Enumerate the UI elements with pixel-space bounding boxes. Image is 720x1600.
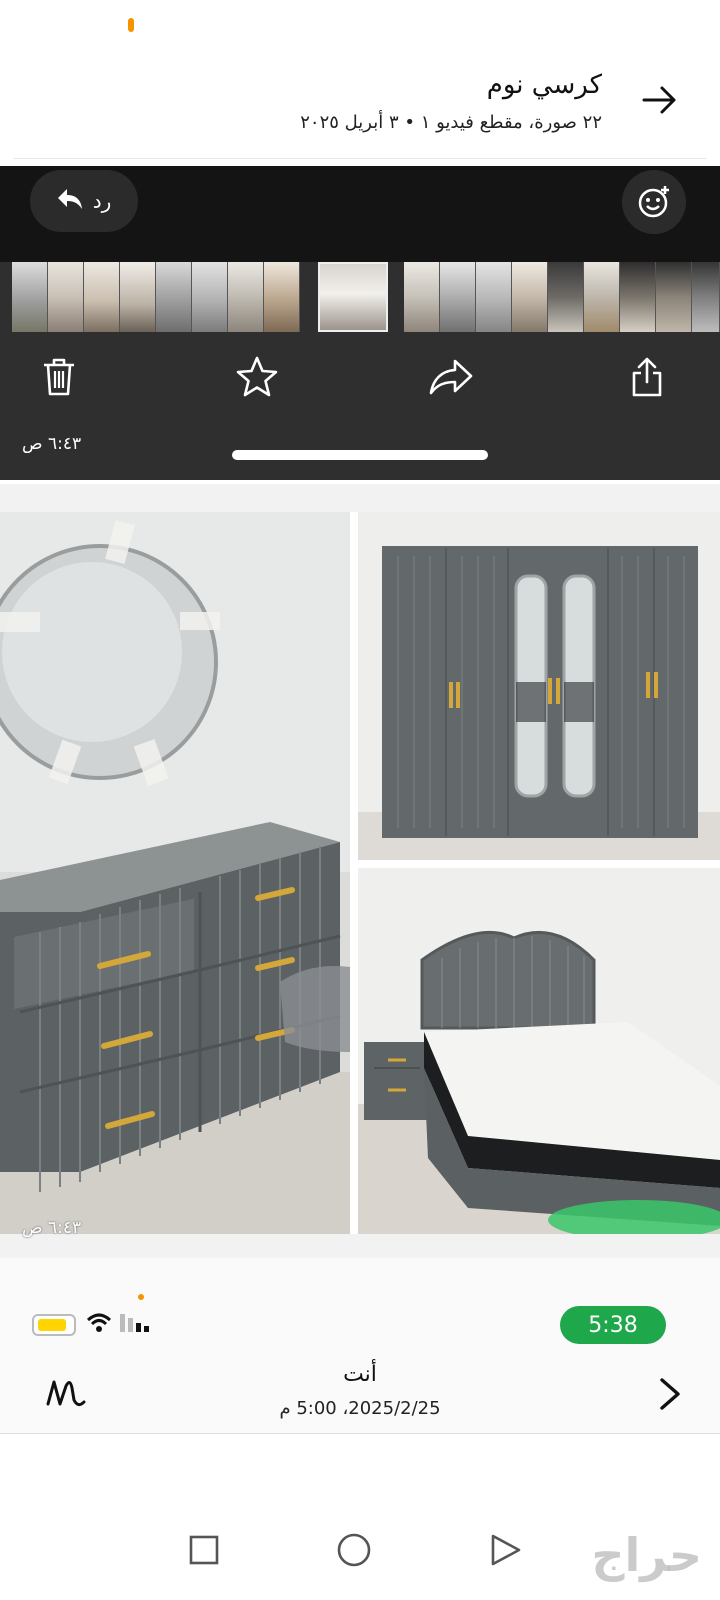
- thumbnail[interactable]: [620, 262, 656, 332]
- thumbnail[interactable]: [156, 262, 192, 332]
- thumbnail[interactable]: [48, 262, 84, 332]
- arrow-right-icon[interactable]: [640, 80, 680, 120]
- home-indicator: [232, 450, 488, 460]
- status-clock: 5:38: [560, 1306, 666, 1344]
- photo-message: ٦:٤٣ ص: [0, 484, 720, 1258]
- thumbnail[interactable]: [584, 262, 620, 332]
- thumbnail-selected[interactable]: [318, 262, 388, 332]
- share-icon[interactable]: [624, 354, 670, 400]
- photo-wardrobe[interactable]: [358, 512, 720, 860]
- thumbnail[interactable]: [192, 262, 228, 332]
- thumbnail[interactable]: [120, 262, 156, 332]
- thumbnail[interactable]: [656, 262, 692, 332]
- privacy-indicator: [138, 1294, 144, 1300]
- reply-arrow-icon: [57, 188, 83, 215]
- reply-button[interactable]: رد: [30, 170, 138, 232]
- chat-title: كرسي نوم: [486, 70, 602, 100]
- trash-icon[interactable]: [36, 354, 82, 400]
- photo-collage[interactable]: ٦:٤٣ ص: [0, 512, 720, 1238]
- thumbnail[interactable]: [12, 262, 48, 332]
- thumbnail[interactable]: [84, 262, 120, 332]
- recents-square-icon[interactable]: [184, 1530, 224, 1570]
- top-header: كرسي نوم ٢٢ صورة، مقطع فيديو ١ • ٣ أبريل…: [0, 60, 720, 152]
- watermark-logo: حراج: [591, 1528, 702, 1582]
- sender-name: أنت: [343, 1362, 377, 1387]
- add-reaction-icon[interactable]: [622, 170, 686, 234]
- divider: [14, 158, 706, 159]
- photo-bed[interactable]: [358, 868, 720, 1234]
- viewer-actionbar: [0, 332, 720, 422]
- viewer-timestamp: ٦:٤٣ ص: [22, 434, 82, 454]
- signal-icon: [118, 1310, 154, 1338]
- chevron-right-icon[interactable]: [658, 1376, 682, 1412]
- reply-label: رد: [92, 189, 112, 213]
- thumbnail[interactable]: [476, 262, 512, 332]
- thumbnail[interactable]: [440, 262, 476, 332]
- status-indicator: [128, 18, 134, 32]
- home-circle-icon[interactable]: [334, 1530, 374, 1570]
- media-viewer-screenshot: رد ٦:٤٣ ص: [0, 166, 720, 480]
- thumbnail[interactable]: [264, 262, 300, 332]
- forward-icon[interactable]: [428, 354, 474, 400]
- photo-timestamp: ٦:٤٣ ص: [22, 1218, 82, 1238]
- back-triangle-icon[interactable]: [486, 1530, 526, 1570]
- thumbnail[interactable]: [692, 262, 720, 332]
- thumbnail[interactable]: [548, 262, 584, 332]
- battery-icon: [32, 1314, 76, 1336]
- chat-subtitle: ٢٢ صورة، مقطع فيديو ١ • ٣ أبريل ٢٠٢٥: [300, 112, 602, 133]
- thumbnail[interactable]: [404, 262, 440, 332]
- sender-info-bar: أنت 2025/2/25، 5:00 م: [0, 1352, 720, 1434]
- sender-date: 2025/2/25، 5:00 م: [279, 1398, 441, 1419]
- viewer-topbar: رد: [0, 166, 720, 262]
- thumbnail-strip[interactable]: [12, 262, 720, 332]
- thumbnail[interactable]: [512, 262, 548, 332]
- wifi-icon: [86, 1312, 112, 1338]
- photo-mirror-dresser[interactable]: [0, 512, 350, 1234]
- thumbnail[interactable]: [228, 262, 264, 332]
- star-icon[interactable]: [234, 354, 280, 400]
